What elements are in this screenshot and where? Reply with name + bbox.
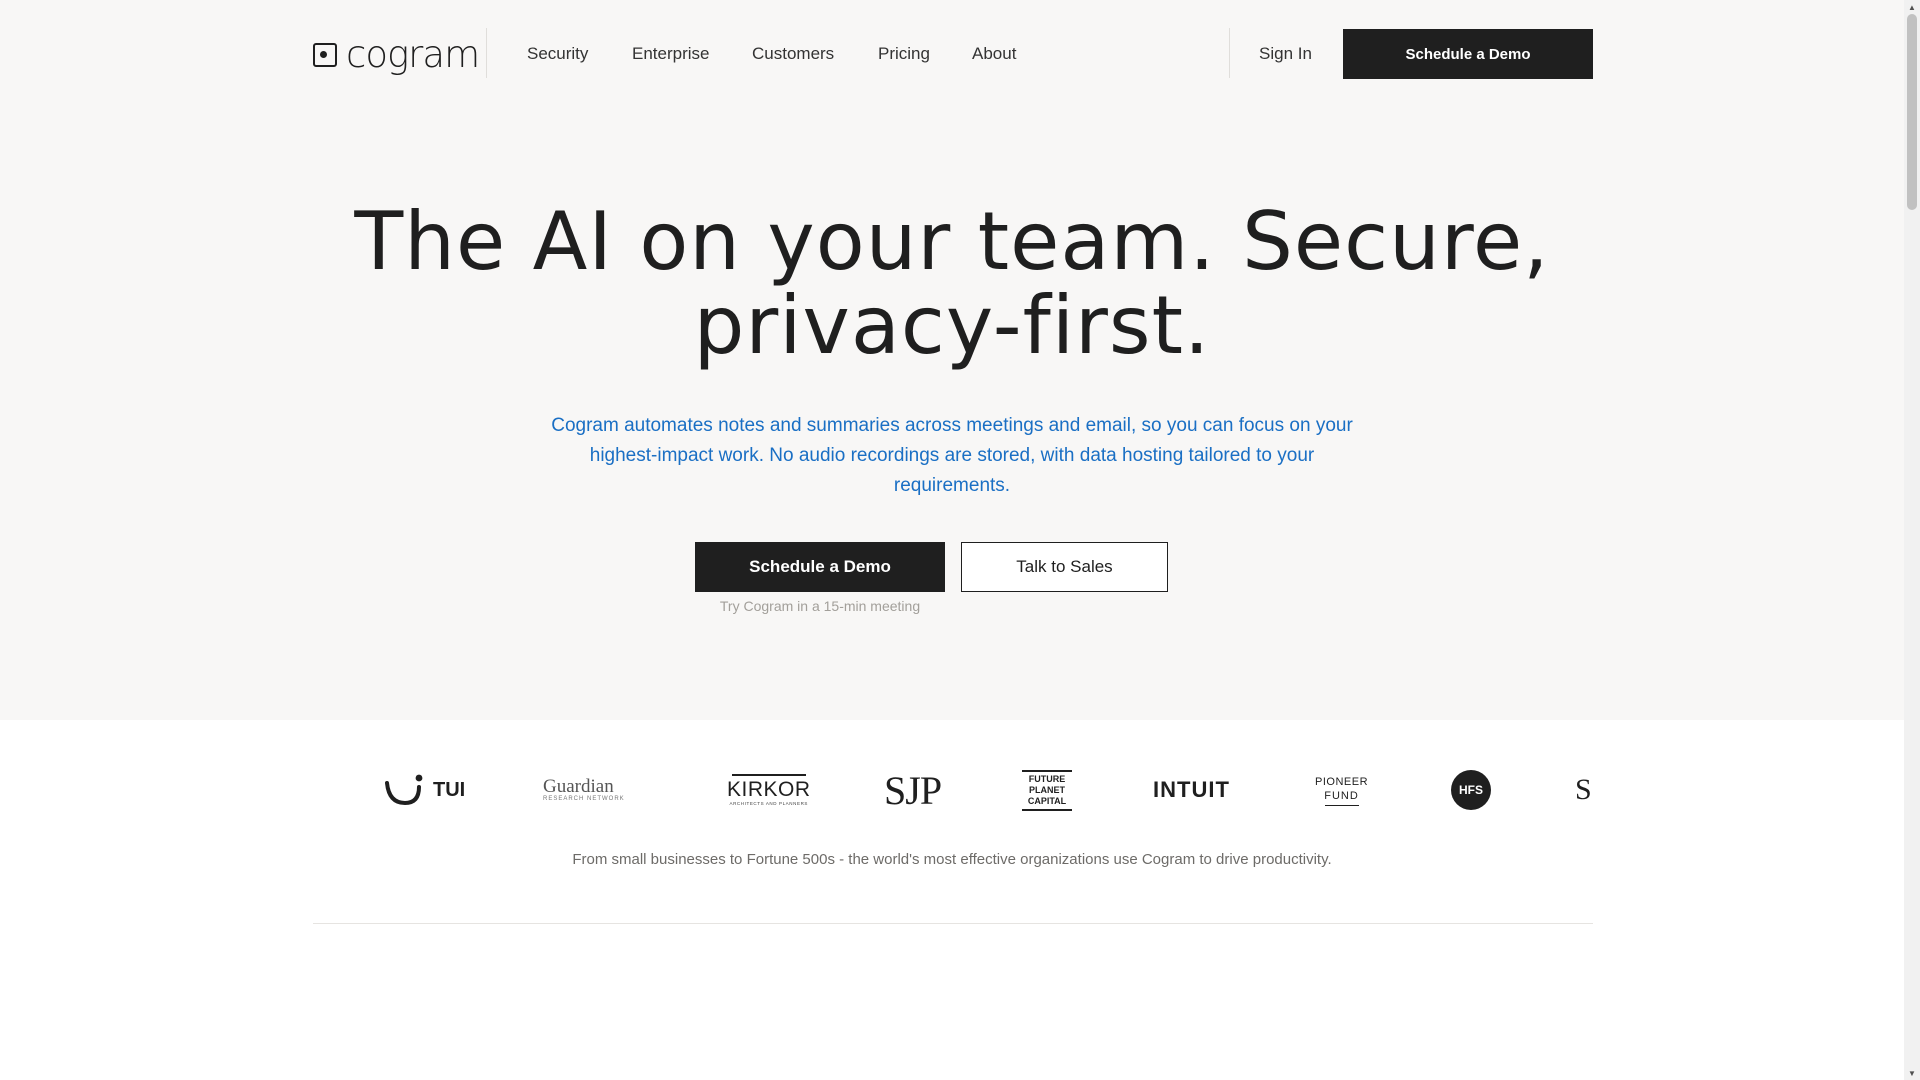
nav-pricing[interactable]: Pricing: [878, 42, 930, 66]
logo-fpc-line-1: FUTURE: [1028, 773, 1066, 784]
hfs-badge: HFS: [1451, 770, 1491, 810]
hero-headline-line-1: The AI on your team. Secure,: [354, 195, 1550, 288]
logo-sjp: SJP: [884, 758, 942, 822]
logo-kirkor-text: KIRKOR: [727, 778, 811, 801]
nav-customers[interactable]: Customers: [752, 42, 834, 66]
scroll-down-arrow-icon[interactable]: ▼: [1907, 1068, 1917, 1078]
page: cogram Security Enterprise Customers Pri…: [0, 0, 1904, 1080]
fpc-rule-bottom: [1022, 808, 1072, 811]
cta-note: Try Cogram in a 15-min meeting: [719, 598, 921, 614]
logo-sjp-text: SJP: [884, 767, 942, 813]
brand-logo-link[interactable]: cogram: [313, 33, 480, 76]
scroll-up-arrow-icon[interactable]: ▲: [1907, 2, 1917, 12]
logo-partial: S: [1575, 758, 1592, 822]
logo-guardian-text: Guardian: [543, 776, 614, 797]
logo-kirkor-subtext: ARCHITECTS AND PLANNERS: [729, 801, 809, 806]
logo-partial-text: S: [1575, 773, 1592, 806]
logo-tui: TUI: [385, 758, 465, 822]
talk-to-sales-button[interactable]: Talk to Sales: [961, 542, 1168, 592]
logo-pioneer-line-1: PIONEER: [1315, 775, 1369, 788]
header-divider-right: [1229, 28, 1230, 78]
logo-hfs: HFS: [1451, 758, 1491, 822]
scrollbar-thumb[interactable]: [1907, 14, 1917, 210]
logo-intuit: INTUIT: [1153, 758, 1230, 822]
logo-guardian-subtext: RESEARCH NETWORK: [543, 796, 625, 802]
logo-guardian: Guardian RESEARCH NETWORK: [543, 758, 625, 822]
hero-headline: The AI on your team. Secure, privacy-fir…: [352, 200, 1552, 368]
logo-intuit-text: INTUIT: [1153, 777, 1230, 802]
hero-headline-line-2: privacy-first.: [693, 279, 1211, 372]
header-divider-left: [486, 28, 487, 78]
fpc-rule-top: [1022, 769, 1072, 772]
nav-security[interactable]: Security: [527, 42, 588, 66]
hero-subcopy: Cogram automates notes and summaries acr…: [551, 415, 1353, 496]
nav-about[interactable]: About: [972, 42, 1016, 66]
brand-name: cogram: [346, 33, 480, 76]
logo-kirkor: KIRKOR ARCHITECTS AND PLANNERS: [727, 758, 811, 822]
nav-enterprise[interactable]: Enterprise: [632, 42, 709, 66]
logo-hfs-text: HFS: [1459, 783, 1483, 797]
section-divider: [313, 923, 1593, 924]
hero-schedule-demo-button[interactable]: Schedule a Demo: [695, 542, 945, 592]
cogram-logo-icon: [313, 43, 337, 67]
logo-fpc-line-2: PLANET: [1029, 784, 1065, 795]
header-schedule-demo-button[interactable]: Schedule a Demo: [1343, 29, 1593, 79]
logo-pioneer-line-2: FUND: [1324, 789, 1359, 802]
customer-logo-strip: TUI Guardian RESEARCH NETWORK KIRKOR ARC…: [313, 758, 1593, 822]
logo-pioneer-fund: PIONEER FUND: [1315, 758, 1368, 822]
logo-tui-text: TUI: [433, 778, 466, 801]
pioneer-rule: [1324, 804, 1359, 806]
logo-fpc-line-3: CAPITAL: [1027, 795, 1067, 806]
tui-smile-icon: [385, 774, 423, 806]
customers-tagline: From small businesses to Fortune 500s - …: [572, 851, 1332, 868]
kirkor-rule: [731, 774, 806, 776]
logo-future-planet-capital: FUTURE PLANET CAPITAL: [1022, 758, 1072, 822]
sign-in-link[interactable]: Sign In: [1259, 42, 1312, 66]
